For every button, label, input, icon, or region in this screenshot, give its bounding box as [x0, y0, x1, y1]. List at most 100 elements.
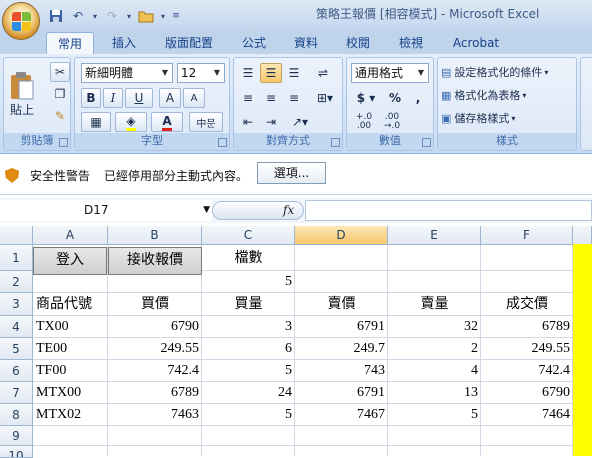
conditional-formatting-button[interactable]: ▤ 設定格式化的條件 ▾ — [440, 62, 576, 82]
column-header-g[interactable] — [573, 226, 592, 245]
header-product-code[interactable]: 商品代號 — [33, 293, 108, 316]
formula-input[interactable] — [305, 200, 592, 221]
tab-data[interactable]: 資料 — [286, 32, 326, 54]
clipboard-launcher-icon[interactable] — [59, 138, 68, 147]
row-header-4[interactable]: 4 — [0, 316, 33, 338]
cell-ask-price[interactable]: 6791 — [295, 382, 388, 404]
cell-bid-price[interactable]: 6789 — [108, 382, 202, 404]
column-header-e[interactable]: E — [388, 226, 481, 245]
header-ask-price[interactable]: 賣價 — [295, 293, 388, 316]
alignment-launcher-icon[interactable] — [331, 138, 340, 147]
wrap-text-button[interactable]: ⇌ — [312, 63, 334, 83]
font-color-button[interactable]: A — [151, 112, 183, 132]
row-header-8[interactable]: 8 — [0, 404, 33, 426]
increase-indent-button[interactable]: ⇥ — [260, 112, 282, 132]
cell-last-price[interactable]: 7464 — [481, 404, 573, 426]
cell-product[interactable]: MTX02 — [33, 404, 108, 426]
receive-quotes-button[interactable]: 接收報價 — [108, 247, 202, 275]
folder-dropdown-icon[interactable]: ▾ — [160, 8, 166, 24]
insert-function-icon[interactable]: fx — [283, 203, 294, 217]
cell-bid-price[interactable]: 6790 — [108, 316, 202, 338]
cell-product[interactable]: TX00 — [33, 316, 108, 338]
grow-font-button[interactable]: A — [159, 88, 181, 108]
number-format-select[interactable]: 通用格式 ▼ — [351, 63, 429, 83]
align-center-button[interactable]: ≡ — [260, 88, 282, 108]
cell-last-price[interactable]: 742.4 — [481, 360, 573, 382]
phonetic-button[interactable]: 中문 — [189, 112, 223, 132]
header-bid-volume[interactable]: 買量 — [202, 293, 295, 316]
cell-ask-price[interactable]: 7467 — [295, 404, 388, 426]
cell-product[interactable]: TF00 — [33, 360, 108, 382]
align-middle-button[interactable]: ☰ — [260, 63, 282, 83]
paste-button[interactable]: 貼上 — [6, 62, 38, 126]
cell-bid-volume[interactable]: 24 — [202, 382, 295, 404]
cell-bid-price[interactable]: 249.55 — [108, 338, 202, 360]
row-header-9[interactable]: 9 — [0, 426, 33, 446]
format-as-table-button[interactable]: ▦ 格式化為表格 ▾ — [440, 85, 576, 105]
align-top-button[interactable]: ☰ — [237, 63, 259, 83]
cell-ask-price[interactable]: 6791 — [295, 316, 388, 338]
column-header-d[interactable]: D — [295, 226, 388, 245]
row-header-6[interactable]: 6 — [0, 360, 33, 382]
cell-last-price[interactable]: 6789 — [481, 316, 573, 338]
row-header-3[interactable]: 3 — [0, 293, 33, 316]
cell-ask-volume[interactable]: 4 — [388, 360, 481, 382]
tab-view[interactable]: 檢視 — [391, 32, 431, 54]
percent-button[interactable]: % — [385, 88, 405, 108]
cell-c2[interactable]: 5 — [202, 271, 295, 293]
column-header-b[interactable]: B — [108, 226, 202, 245]
align-right-button[interactable]: ≡ — [283, 88, 305, 108]
number-launcher-icon[interactable] — [422, 138, 431, 147]
tab-page-layout[interactable]: 版面配置 — [158, 32, 220, 54]
copy-button[interactable]: ❐ — [50, 84, 70, 104]
name-box[interactable]: D17 ▼ — [0, 200, 212, 221]
redo-dropdown-icon[interactable]: ▾ — [126, 8, 132, 24]
merge-center-button[interactable]: ⊞▾ — [310, 88, 340, 108]
cell-bid-volume[interactable]: 3 — [202, 316, 295, 338]
align-bottom-button[interactable]: ☰ — [283, 63, 305, 83]
font-size-select[interactable]: 12 ▼ — [177, 63, 225, 83]
cell-ask-volume[interactable]: 13 — [388, 382, 481, 404]
undo-icon[interactable]: ↶ — [70, 8, 86, 24]
column-header-a[interactable]: A — [33, 226, 108, 245]
underline-button[interactable]: U — [125, 88, 153, 108]
customize-qat-icon[interactable]: ≡ — [172, 8, 180, 24]
column-header-c[interactable]: C — [202, 226, 295, 245]
font-name-select[interactable]: 新細明體 ▼ — [81, 63, 173, 83]
increase-decimal-button[interactable]: +.0 .00 — [351, 112, 377, 132]
bold-button[interactable]: B — [81, 88, 101, 108]
cell-bid-volume[interactable]: 5 — [202, 360, 295, 382]
cell-ask-volume[interactable]: 32 — [388, 316, 481, 338]
align-left-button[interactable]: ≡ — [237, 88, 259, 108]
header-bid-price[interactable]: 買價 — [108, 293, 202, 316]
column-header-f[interactable]: F — [481, 226, 573, 245]
cell-last-price[interactable]: 6790 — [481, 382, 573, 404]
cell-product[interactable]: MTX00 — [33, 382, 108, 404]
tab-home[interactable]: 常用 — [46, 32, 94, 54]
tab-insert[interactable]: 插入 — [104, 32, 144, 54]
redo-icon[interactable]: ↷ — [104, 8, 120, 24]
cell-last-price[interactable]: 249.55 — [481, 338, 573, 360]
cell-bid-price[interactable]: 7463 — [108, 404, 202, 426]
cell-c1[interactable]: 檔數 — [202, 248, 295, 270]
currency-button[interactable]: $ ▾ — [351, 88, 381, 108]
cell-ask-price[interactable]: 249.7 — [295, 338, 388, 360]
cell-ask-price[interactable]: 743 — [295, 360, 388, 382]
header-ask-volume[interactable]: 賣量 — [388, 293, 481, 316]
cell-ask-volume[interactable]: 2 — [388, 338, 481, 360]
office-button[interactable] — [2, 2, 40, 40]
tab-formulas[interactable]: 公式 — [234, 32, 274, 54]
shrink-font-button[interactable]: A — [183, 88, 205, 108]
tab-acrobat[interactable]: Acrobat — [446, 32, 506, 54]
borders-button[interactable]: ▦ — [81, 112, 111, 132]
row-header-2[interactable]: 2 — [0, 271, 33, 293]
row-header-1[interactable]: 1 — [0, 245, 33, 271]
row-header-10[interactable]: 10 — [0, 446, 33, 458]
login-button[interactable]: 登入 — [33, 247, 107, 275]
header-last-price[interactable]: 成交價 — [481, 293, 573, 316]
fill-color-button[interactable]: ◈ — [115, 112, 147, 132]
chevron-down-icon[interactable]: ▼ — [203, 200, 210, 221]
save-icon[interactable] — [48, 8, 64, 24]
cut-button[interactable]: ✂ — [50, 62, 70, 82]
cell-bid-volume[interactable]: 5 — [202, 404, 295, 426]
